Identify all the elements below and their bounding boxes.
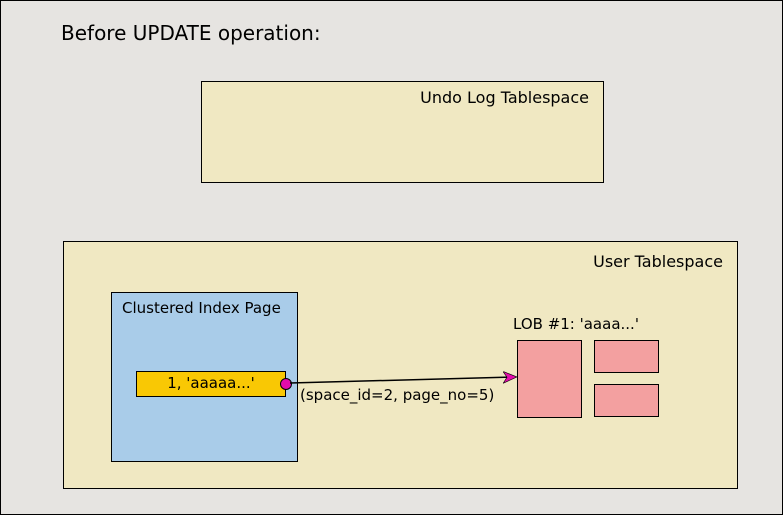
user-tablespace-label: User Tablespace — [593, 252, 723, 271]
undo-log-tablespace: Undo Log Tablespace — [201, 81, 604, 183]
clustered-index-page: Clustered Index Page 1, 'aaaaa...' — [111, 292, 298, 462]
lob-reference-text: (space_id=2, page_no=5) — [300, 386, 494, 404]
lob-reference-dot — [280, 378, 292, 390]
index-record: 1, 'aaaaa...' — [136, 371, 286, 397]
lob-label: LOB #1: 'aaaa...' — [513, 315, 639, 333]
lob-block-small-top — [594, 340, 659, 373]
lob-block-small-bottom — [594, 384, 659, 417]
diagram-canvas: Before UPDATE operation: Undo Log Tables… — [0, 0, 783, 515]
clustered-index-page-label: Clustered Index Page — [122, 299, 281, 317]
user-tablespace: User Tablespace Clustered Index Page 1, … — [63, 241, 738, 489]
undo-log-label: Undo Log Tablespace — [420, 88, 589, 107]
diagram-title: Before UPDATE operation: — [61, 21, 321, 45]
lob-block-large — [517, 340, 582, 418]
